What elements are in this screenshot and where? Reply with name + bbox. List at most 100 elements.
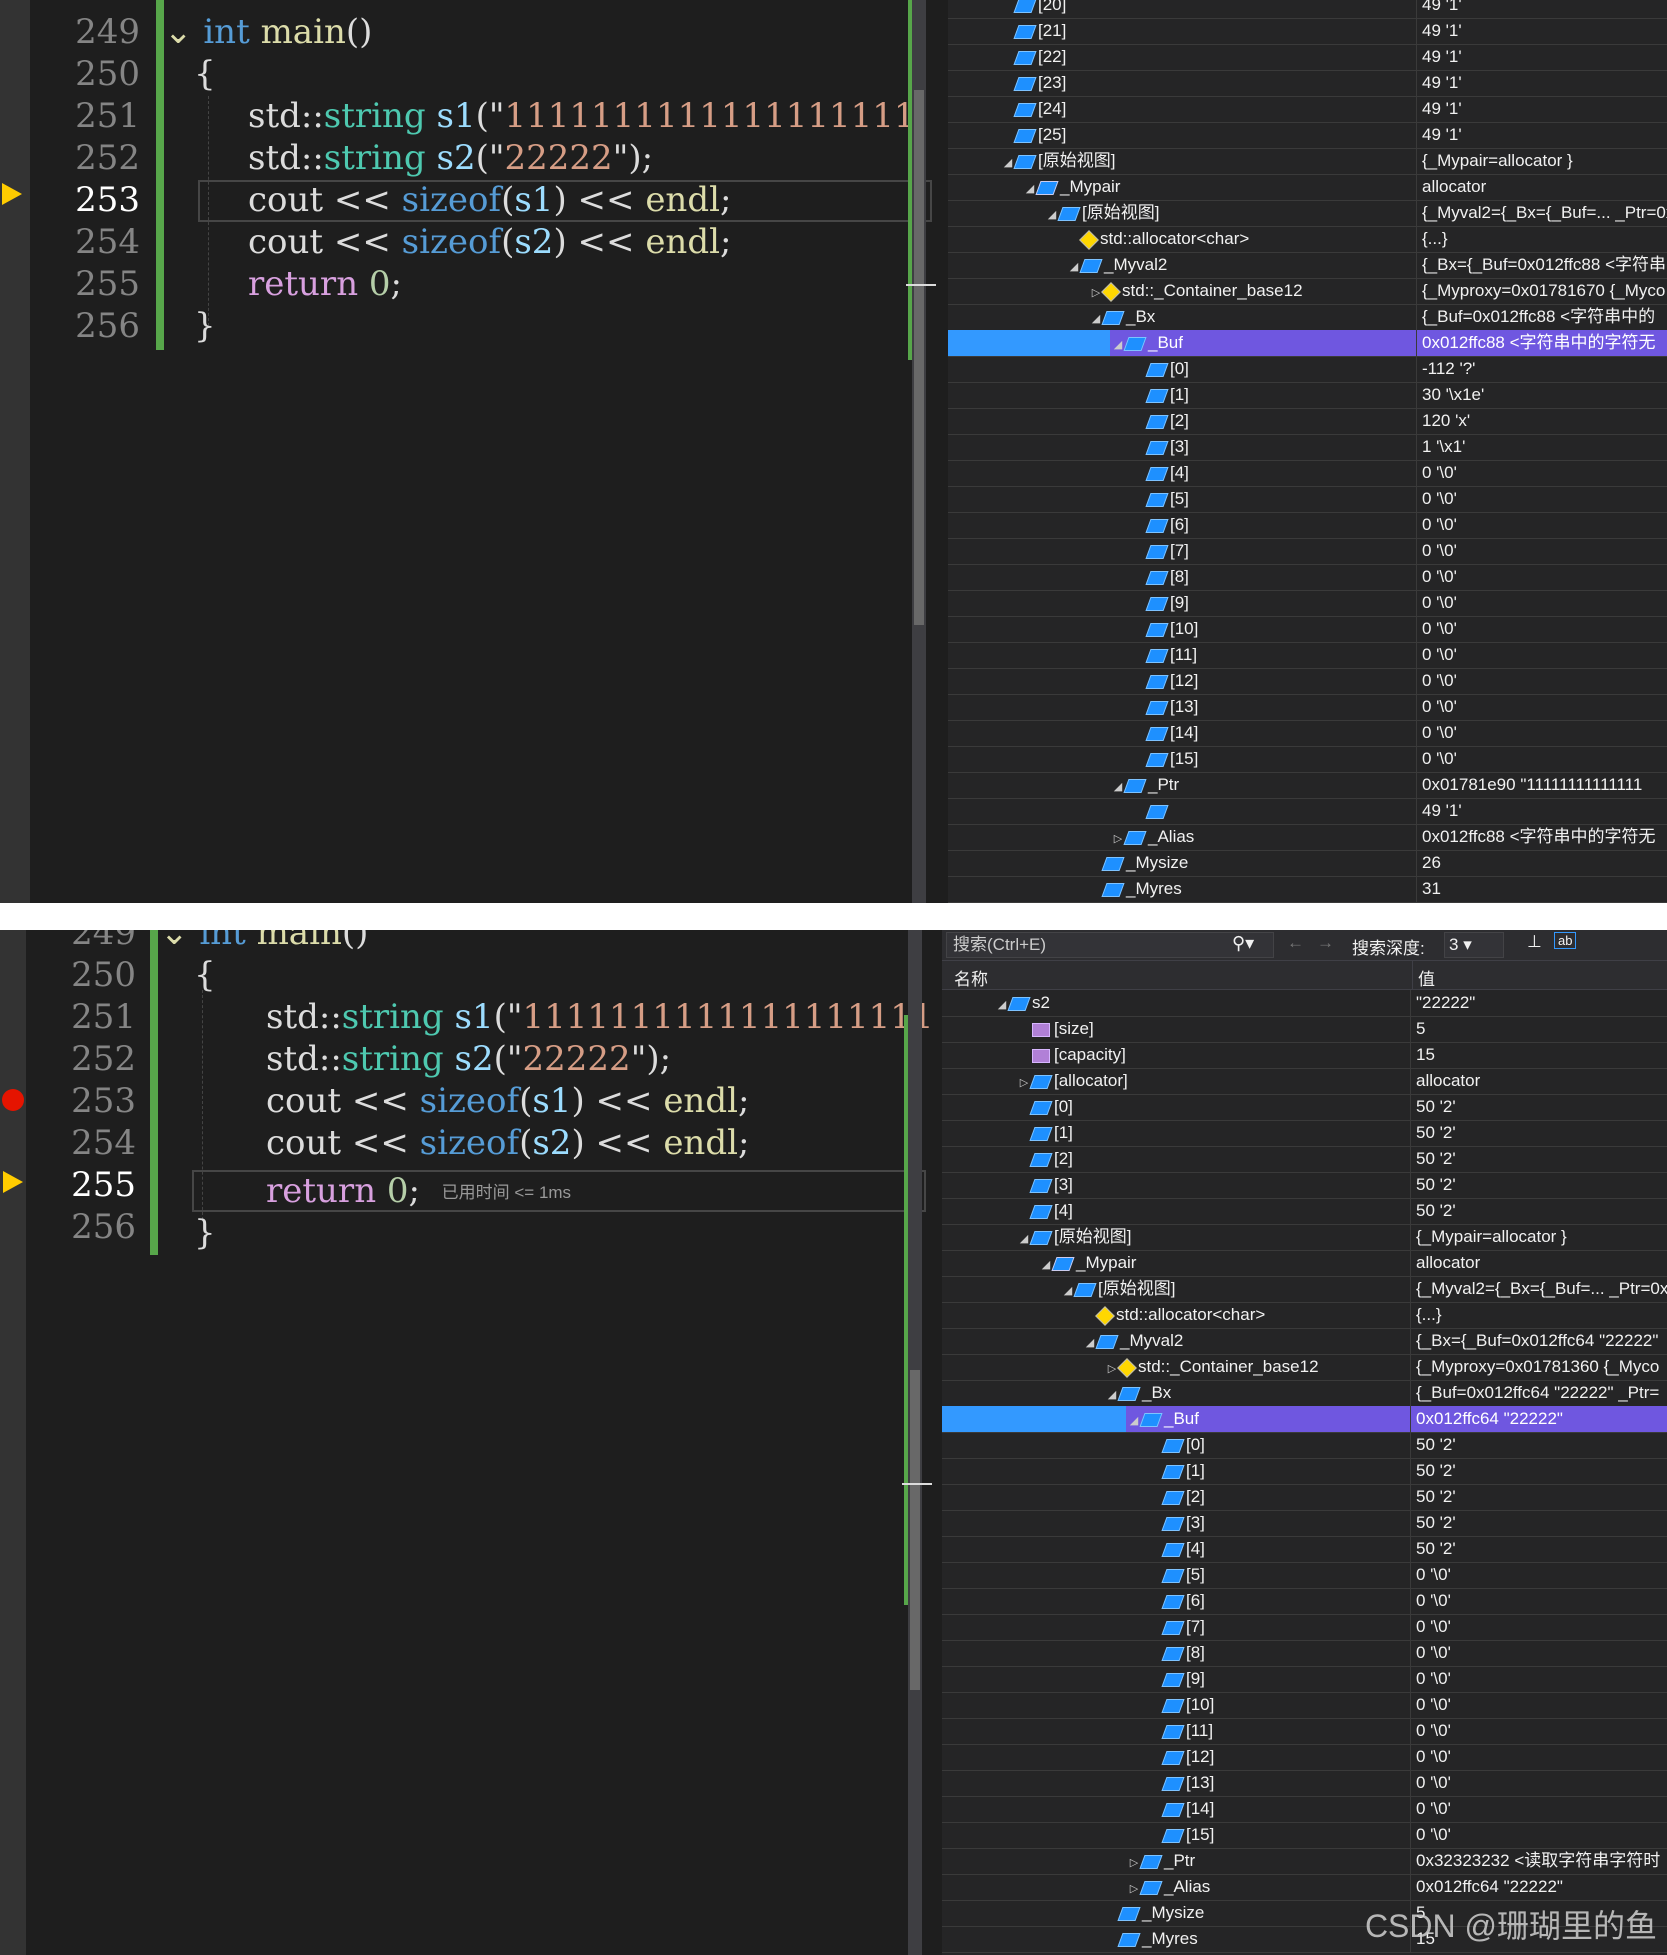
watch-row[interactable]: [11] 0 '\0' [942,1718,1667,1745]
watch-row[interactable]: std::allocator<char> {...} [942,1302,1667,1329]
code-editor[interactable]: 249 250 251 252 253 254 255 256 ⌄ int main() { … [26,930,936,1955]
watch-name-cell[interactable]: [24] [1000,96,1420,122]
watch-value-cell[interactable]: {_Bx={_Buf=0x012ffc64 "22222" [1410,1328,1667,1354]
watch-row[interactable]: [0] 50 '2' [942,1094,1667,1121]
watch-name-cell[interactable]: [20] [1000,0,1420,18]
watch-row[interactable]: [8] 0 '\0' [942,1640,1667,1667]
watch-value-cell[interactable]: allocator [1410,1250,1667,1276]
watch-name-cell[interactable]: ◢ _Ptr [1110,772,1420,798]
watch-row[interactable]: _Myres 31 [948,876,1667,903]
watch-value-cell[interactable]: 49 '1' [1416,96,1667,122]
collapse-icon[interactable]: ◢ [994,992,1010,1016]
watch-value-cell[interactable]: 49 '1' [1416,44,1667,70]
watch-name-cell[interactable]: [7] [1148,1614,1414,1640]
watch-value-cell[interactable]: 0 '\0' [1410,1666,1667,1692]
watch-name-cell[interactable]: [25] [1000,122,1420,148]
watch-value-cell[interactable]: allocator [1410,1068,1667,1094]
watch-row[interactable]: ◢ _Mypair allocator [948,174,1667,201]
watch-window[interactable]: [20] 49 '1' [21] 49 '1' [22] 49 '1' [23] 49 '1'… [948,0,1667,903]
watch-value-cell[interactable]: 0 '\0' [1410,1718,1667,1744]
watch-value-cell[interactable]: 50 '2' [1410,1172,1667,1198]
watch-row[interactable]: [15] 0 '\0' [948,746,1667,773]
editor-vertical-scrollbar[interactable] [912,0,926,903]
watch-value-cell[interactable]: 50 '2' [1410,1146,1667,1172]
watch-name-cell[interactable]: ▷ _Alias [1110,824,1420,850]
watch-row[interactable]: [14] 0 '\0' [942,1796,1667,1823]
watch-name-cell[interactable]: ◢ [原始视图] [1016,1224,1414,1250]
collapse-icon[interactable]: ◢ [1060,1278,1076,1302]
watch-row[interactable]: [24] 49 '1' [948,96,1667,123]
scrollbar-thumb[interactable] [910,1370,920,1690]
watch-row[interactable]: ◢ _Bx {_Buf=0x012ffc88 <字符串中的 [948,304,1667,331]
watch-name-cell[interactable]: [1] [1132,382,1420,408]
watch-row[interactable]: [3] 1 '\x1' [948,434,1667,461]
watch-name-cell[interactable]: _Mysize [1088,850,1420,876]
watch-value-cell[interactable]: 1 '\x1' [1416,434,1667,460]
watch-row[interactable]: [10] 0 '\0' [948,616,1667,643]
watch-name-cell[interactable]: [3] [1148,1510,1414,1536]
watch-value-cell[interactable]: 49 '1' [1416,798,1667,824]
watch-name-cell[interactable]: [2] [1132,408,1420,434]
watch-row[interactable]: _Mysize 26 [948,850,1667,877]
watch-name-cell[interactable]: [15] [1132,746,1420,772]
watch-value-cell[interactable]: 15 [1410,1042,1667,1068]
watch-row[interactable]: [0] -112 '?' [948,356,1667,383]
watch-row[interactable]: ◢ _Buf 0x012ffc88 <字符串中的字符无 [948,330,1667,357]
editor-vertical-scrollbar[interactable] [908,930,922,1955]
watch-value-cell[interactable]: 0 '\0' [1410,1692,1667,1718]
watch-value-cell[interactable]: 0 '\0' [1410,1744,1667,1770]
watch-name-cell[interactable]: [12] [1132,668,1420,694]
watch-name-cell[interactable]: _Myres [1088,876,1420,902]
watch-row[interactable]: [25] 49 '1' [948,122,1667,149]
watch-row[interactable]: ◢ s2 "22222" [942,990,1667,1017]
watch-row[interactable]: ◢ _Bx {_Buf=0x012ffc64 "22222" _Ptr= [942,1380,1667,1407]
collapse-icon[interactable]: ◢ [1038,1252,1054,1276]
collapse-icon[interactable]: ◢ [1110,332,1126,356]
watch-name-cell[interactable]: ◢ _Buf [1110,330,1420,356]
watch-value-cell[interactable]: 49 '1' [1416,0,1667,18]
watch-row[interactable]: ◢ [原始视图] {_Mypair=allocator } [942,1224,1667,1251]
watch-row[interactable]: [2] 50 '2' [942,1146,1667,1173]
watch-row[interactable]: [size] 5 [942,1016,1667,1043]
watch-value-cell[interactable]: {...} [1410,1302,1667,1328]
watch-value-cell[interactable]: 0 '\0' [1410,1640,1667,1666]
watch-row[interactable]: [1] 50 '2' [942,1120,1667,1147]
watch-row[interactable]: ▷ std::_Container_base12 {_Myproxy=0x01781… [948,278,1667,305]
watch-value-cell[interactable]: 0x012ffc64 "22222" [1410,1406,1667,1432]
watch-value-cell[interactable]: 0 '\0' [1416,668,1667,694]
watch-row[interactable]: [7] 0 '\0' [942,1614,1667,1641]
pin-icon[interactable]: ⊥ [1527,932,1542,952]
watch-value-cell[interactable]: {_Myproxy=0x01781360 {_Myco [1410,1354,1667,1380]
watch-value-cell[interactable]: {_Bx={_Buf=0x012ffc88 <字符串 [1416,252,1667,278]
watch-value-cell[interactable]: 120 'x' [1416,408,1667,434]
watch-value-cell[interactable]: 49 '1' [1416,122,1667,148]
watch-row[interactable]: [8] 0 '\0' [948,564,1667,591]
watch-value-cell[interactable]: 50 '2' [1410,1536,1667,1562]
watch-name-cell[interactable]: [6] [1132,512,1420,538]
back-arrow-icon[interactable]: ← [1287,933,1304,953]
watch-value-cell[interactable]: "22222" [1410,990,1667,1016]
watch-row[interactable]: [13] 0 '\0' [942,1770,1667,1797]
watch-name-cell[interactable]: [13] [1148,1770,1414,1796]
watch-name-cell[interactable]: [size] [1016,1016,1414,1042]
watch-name-cell[interactable]: ◢ [原始视图] [1044,200,1420,226]
watch-name-cell[interactable]: [1] [1148,1458,1414,1484]
watch-name-cell[interactable]: [4] [1148,1536,1414,1562]
watch-value-cell[interactable]: 0 '\0' [1410,1562,1667,1588]
watch-name-cell[interactable]: [14] [1148,1796,1414,1822]
watch-name-cell[interactable]: ◢ _Bx [1088,304,1420,330]
watch-value-cell[interactable]: 0x012ffc64 "22222" [1410,1874,1667,1900]
watch-name-cell[interactable]: [2] [1148,1484,1414,1510]
watch-value-cell[interactable]: 0 '\0' [1410,1614,1667,1640]
watch-value-cell[interactable]: {_Buf=0x012ffc88 <字符串中的 [1416,304,1667,330]
watch-row[interactable]: ▷ [allocator] allocator [942,1068,1667,1095]
watch-value-cell[interactable]: {...} [1416,226,1667,252]
watch-row[interactable]: [10] 0 '\0' [942,1692,1667,1719]
collapse-icon[interactable]: ◢ [1044,202,1060,226]
expand-icon[interactable]: ▷ [1016,1070,1032,1094]
editor-gutter[interactable] [0,0,30,903]
watch-row[interactable]: [22] 49 '1' [948,44,1667,71]
watch-value-cell[interactable]: 0 '\0' [1410,1796,1667,1822]
watch-row[interactable]: [7] 0 '\0' [948,538,1667,565]
search-depth-select[interactable]: 3 ▾ [1444,932,1504,958]
